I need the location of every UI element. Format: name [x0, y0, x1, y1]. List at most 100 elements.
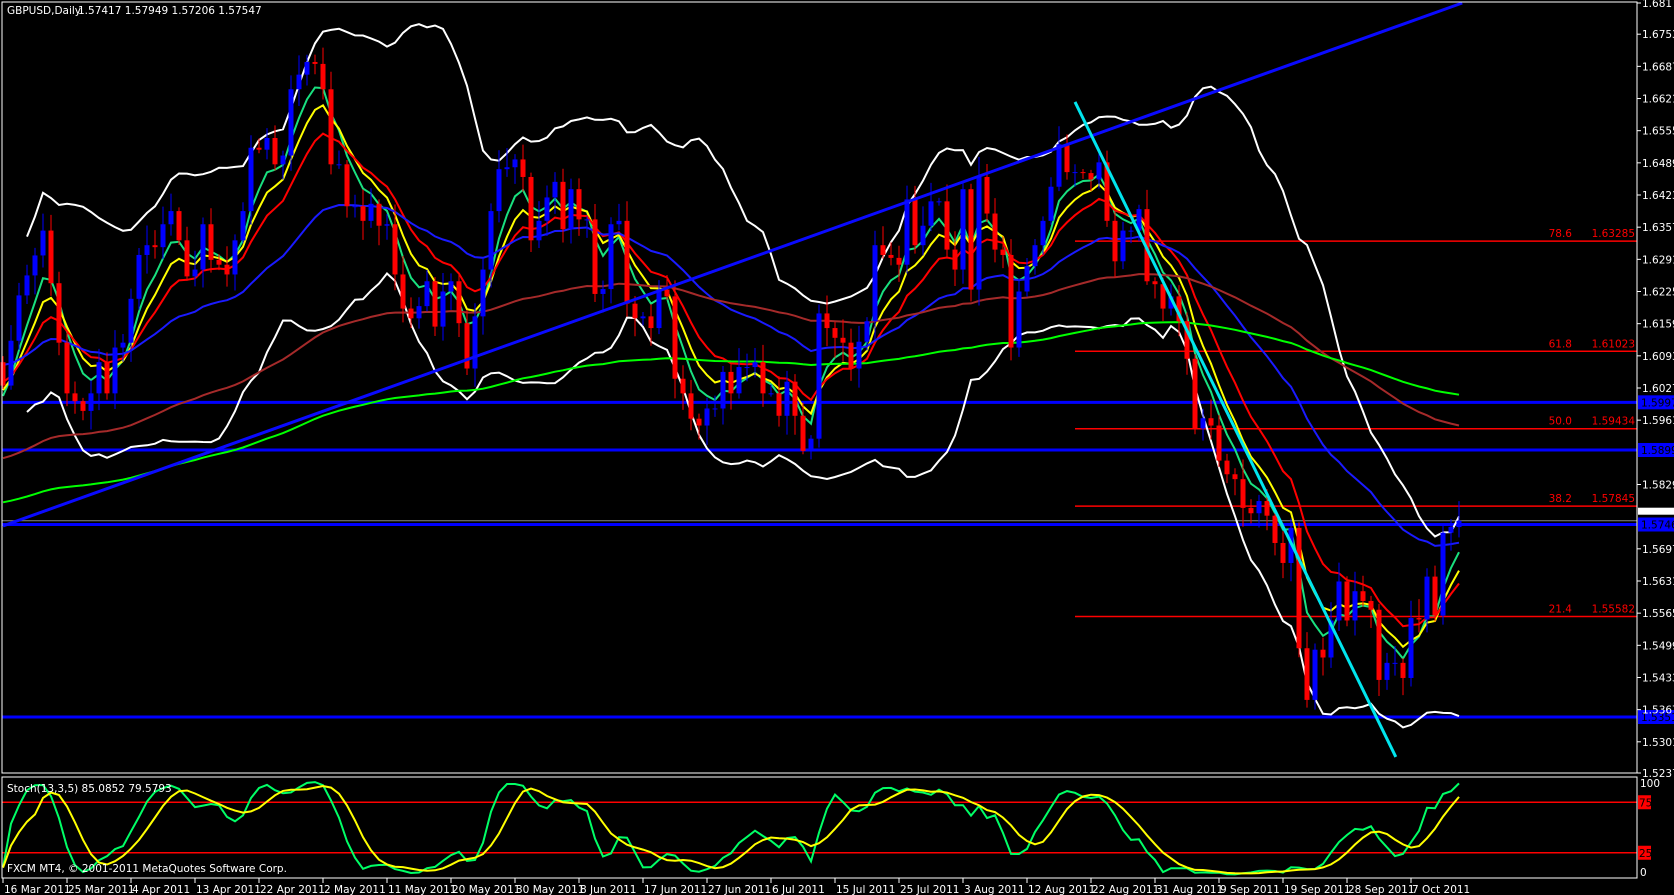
candle-body [440, 291, 446, 327]
bid-price-tag [1638, 507, 1674, 515]
date-tick-label: 27 Jun 2011 [708, 884, 771, 895]
candle-body [72, 393, 78, 402]
candle-body [320, 63, 326, 90]
candle-body [280, 155, 286, 165]
candle-body [24, 275, 30, 296]
candle-body [488, 211, 494, 270]
candle-body [1008, 254, 1014, 348]
candle-body [416, 306, 422, 319]
candle-body [1248, 507, 1254, 514]
candle-body [912, 199, 918, 246]
candle [1440, 526, 1446, 625]
candle-body [688, 393, 694, 419]
price-tick-label: 1.64230 [1642, 190, 1674, 202]
price-tick-label: 1.64890 [1642, 158, 1674, 170]
candle-body [736, 367, 742, 394]
price-tick-label: 1.62910 [1642, 254, 1674, 266]
candle-body [80, 401, 86, 411]
candle-body [1216, 425, 1222, 461]
candle-body [1264, 501, 1270, 516]
date-tick-label: 17 Jun 2011 [644, 884, 707, 895]
candle-body [456, 281, 462, 324]
candle-body [1432, 576, 1438, 616]
date-tick-label: 2 May 2011 [324, 884, 386, 895]
candle-body [1072, 172, 1078, 174]
fib-level-percent: 21.4 [1549, 603, 1573, 615]
date-tick-label: 11 May 2011 [388, 884, 456, 895]
candle-body [1400, 662, 1406, 678]
candle-body [704, 408, 710, 426]
candle-body [1408, 618, 1414, 678]
fib-level-price: 1.55582 [1592, 603, 1635, 615]
level-price-label: 1.58998 [1641, 445, 1674, 457]
date-tick-label: 4 Apr 2011 [132, 884, 190, 895]
candle-body [936, 201, 942, 203]
candle-body [1064, 144, 1070, 173]
candle [1192, 354, 1198, 435]
date-tick-label: 9 Sep 2011 [1220, 884, 1280, 895]
fib-level-percent: 61.8 [1549, 338, 1572, 350]
candle-body [1000, 249, 1006, 255]
candle-body [712, 408, 718, 410]
candle-body [184, 240, 190, 277]
price-chart[interactable]: 78.6 1.63285 61.8 1.61023 50.0 1.59434 38.2 1.5… [0, 0, 1674, 895]
candle-body [16, 295, 22, 341]
candle-body [368, 203, 374, 221]
candle-body [608, 224, 614, 290]
candle-body [336, 164, 342, 166]
candle-body [120, 342, 126, 348]
candle-body [104, 362, 110, 394]
chart-symbol-label: GBPUSD,Daily [7, 5, 81, 17]
date-tick-label: 19 Sep 2011 [1284, 884, 1351, 895]
chart-ohlc-label: 1.57417 1.57949 1.57206 1.57547 [78, 5, 262, 17]
fib-level-percent: 50.0 [1549, 416, 1572, 428]
candle-body [112, 347, 118, 394]
price-tick-label: 1.66870 [1642, 61, 1674, 73]
candle-body [1232, 474, 1238, 480]
candle-body [160, 224, 166, 248]
candle-body [840, 337, 846, 343]
candle-body [88, 393, 94, 411]
candle-body [408, 308, 414, 319]
candle-body [544, 197, 550, 221]
candle-body [152, 245, 158, 248]
candle-body [472, 316, 478, 369]
price-tick-label: 1.54330 [1642, 672, 1674, 684]
candle-body [576, 189, 582, 220]
candle-body [1096, 162, 1102, 180]
date-tick-label: 28 Sep 2011 [1348, 884, 1415, 895]
candle-body [672, 296, 678, 379]
candle-body [1360, 591, 1366, 601]
candle-body [528, 176, 534, 241]
price-tick-label: 1.62250 [1642, 287, 1674, 299]
candle-body [992, 213, 998, 250]
candle-body [768, 393, 774, 395]
candle-body [1056, 144, 1062, 187]
price-tick-label: 1.61590 [1642, 319, 1674, 331]
candle-body [200, 224, 206, 270]
candle-body [304, 61, 310, 75]
candle-body [216, 259, 222, 265]
candle-body [560, 181, 566, 230]
candle-body [264, 137, 270, 150]
date-tick-label: 7 Oct 2011 [1412, 884, 1470, 895]
price-tick-label: 1.60930 [1642, 351, 1674, 363]
date-tick-label: 30 May 2011 [516, 884, 584, 895]
candle-body [1448, 526, 1454, 533]
date-tick-label: 6 Jul 2011 [772, 884, 825, 895]
candle-body [752, 362, 758, 368]
candle-body [944, 201, 950, 250]
candle-body [696, 418, 702, 426]
candle-body [928, 201, 934, 226]
price-tick-label: 1.63570 [1642, 222, 1674, 234]
candle-body [248, 147, 254, 212]
candle-body [64, 342, 70, 394]
fib-level-price: 1.59434 [1592, 416, 1636, 428]
price-tick-label: 1.58290 [1642, 479, 1674, 491]
candle-body [640, 316, 646, 319]
candle [1008, 239, 1014, 361]
candle-body [512, 159, 518, 168]
candle-body [648, 316, 654, 329]
price-tick-label: 1.55650 [1642, 608, 1674, 620]
candle-body [1312, 649, 1318, 700]
